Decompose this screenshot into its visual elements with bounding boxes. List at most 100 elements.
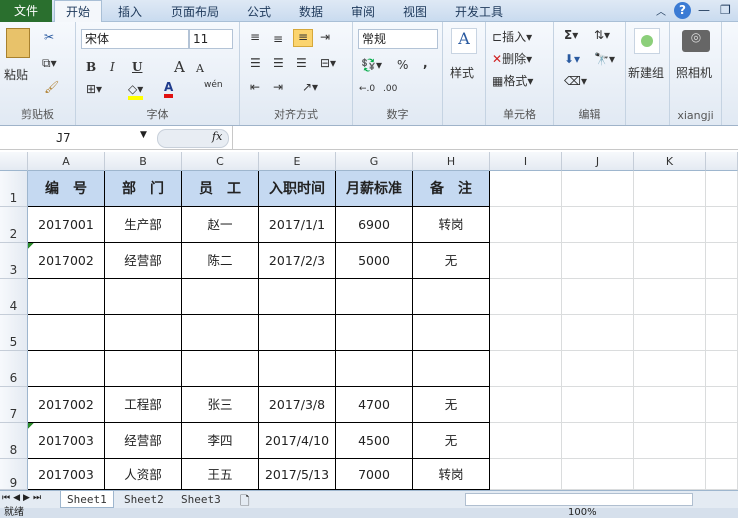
sort-filter-icon[interactable]: ⇅▾ xyxy=(594,28,610,42)
font-size-select[interactable]: 11 xyxy=(189,29,233,49)
tab-home[interactable]: 开始 xyxy=(54,0,102,23)
increase-decimal-button[interactable]: ←.0 xyxy=(359,84,375,94)
empty-cell[interactable] xyxy=(490,171,562,207)
empty-cell[interactable] xyxy=(706,171,738,207)
table-cell[interactable]: 张三 xyxy=(182,387,259,423)
table-cell[interactable]: 5000 xyxy=(336,243,413,279)
empty-cell[interactable] xyxy=(706,387,738,423)
empty-cell[interactable] xyxy=(634,207,706,243)
format-cells-button[interactable]: ▦格式▾ xyxy=(492,72,533,89)
empty-cell[interactable] xyxy=(490,315,562,351)
autosum-button[interactable]: Σ▾ xyxy=(564,28,578,42)
table-cell[interactable]: 人资部 xyxy=(105,459,182,490)
currency-icon[interactable]: 💱▾ xyxy=(361,58,382,72)
column-header[interactable]: A xyxy=(28,152,105,171)
empty-cell[interactable] xyxy=(562,243,634,279)
empty-cell[interactable] xyxy=(706,459,738,490)
select-all-corner[interactable] xyxy=(0,152,28,171)
borders-icon[interactable]: ⊞▾ xyxy=(86,82,102,96)
column-header[interactable]: G xyxy=(336,152,413,171)
sheet-tab-1[interactable]: Sheet1 xyxy=(60,491,114,508)
new-group[interactable]: 新建组 xyxy=(626,22,670,125)
empty-cell[interactable] xyxy=(634,279,706,315)
empty-cell[interactable] xyxy=(490,459,562,490)
table-header-cell[interactable]: 编 号 xyxy=(28,171,105,207)
clear-icon[interactable]: ⌫▾ xyxy=(564,74,587,88)
table-cell[interactable]: 无 xyxy=(413,243,490,279)
empty-cell[interactable] xyxy=(562,315,634,351)
table-cell[interactable]: 转岗 xyxy=(413,207,490,243)
tab-insert[interactable]: 插入 xyxy=(118,3,142,20)
help-icon[interactable]: ? xyxy=(674,2,691,19)
phonetic-button[interactable]: wén xyxy=(204,80,223,90)
table-cell[interactable] xyxy=(413,279,490,315)
table-cell[interactable]: 7000 xyxy=(336,459,413,490)
italic-button[interactable]: I xyxy=(110,60,115,74)
table-cell[interactable]: 6900 xyxy=(336,207,413,243)
table-header-cell[interactable]: 月薪标准 xyxy=(336,171,413,207)
empty-cell[interactable] xyxy=(490,279,562,315)
align-right-icon[interactable]: ☰ xyxy=(296,56,307,70)
percent-button[interactable]: % xyxy=(397,58,408,72)
table-header-cell[interactable]: 备 注 xyxy=(413,171,490,207)
paste-button[interactable]: 粘贴 xyxy=(4,66,28,83)
restore-window-icon[interactable]: ❐ xyxy=(720,3,731,17)
column-header[interactable]: I xyxy=(490,152,562,171)
empty-cell[interactable] xyxy=(562,459,634,490)
column-header[interactable]: E xyxy=(259,152,336,171)
tab-page-layout[interactable]: 页面布局 xyxy=(171,3,219,20)
empty-cell[interactable] xyxy=(562,351,634,387)
table-cell[interactable]: 生产部 xyxy=(105,207,182,243)
table-header-cell[interactable]: 入职时间 xyxy=(259,171,336,207)
sheet-tab-3[interactable]: Sheet3 xyxy=(175,491,227,508)
bottom-align-icon[interactable]: ≡ xyxy=(293,29,313,47)
empty-cell[interactable] xyxy=(706,315,738,351)
bold-button[interactable]: B xyxy=(86,60,96,74)
align-center-icon[interactable]: ☰ xyxy=(273,56,284,70)
fill-color-icon[interactable]: ◇▾ xyxy=(128,82,144,100)
styles-group[interactable]: A 样式 xyxy=(443,22,486,125)
table-cell[interactable]: 2017002 xyxy=(28,387,105,423)
insert-function-button[interactable]: fx xyxy=(212,130,222,143)
table-cell[interactable]: 赵一 xyxy=(182,207,259,243)
sheet-tab-2[interactable]: Sheet2 xyxy=(118,491,170,508)
row-header[interactable]: 6 xyxy=(0,351,28,387)
table-cell[interactable]: 2017/2/3 xyxy=(259,243,336,279)
styles-icon[interactable]: A xyxy=(451,28,477,54)
row-header[interactable]: 2 xyxy=(0,207,28,243)
paste-icon[interactable] xyxy=(6,28,30,58)
font-color-button[interactable]: A xyxy=(164,80,174,98)
align-left-icon[interactable]: ☰ xyxy=(250,56,261,70)
tab-developer[interactable]: 开发工具 xyxy=(455,3,503,20)
row-header[interactable]: 1 xyxy=(0,171,28,207)
name-box-dropdown-icon[interactable]: ▼ xyxy=(140,130,147,140)
minimize-window-icon[interactable]: — xyxy=(698,3,710,17)
row-header[interactable]: 4 xyxy=(0,279,28,315)
merge-center-icon[interactable]: ⊟▾ xyxy=(320,56,336,70)
comma-button[interactable]: , xyxy=(423,56,428,70)
formula-input[interactable] xyxy=(232,126,738,150)
row-header[interactable]: 5 xyxy=(0,315,28,351)
table-cell[interactable]: 4500 xyxy=(336,423,413,459)
find-select-icon[interactable]: 🔭▾ xyxy=(594,52,615,66)
fill-icon[interactable]: ⬇▾ xyxy=(564,52,580,66)
table-cell[interactable]: 2017003 xyxy=(28,459,105,490)
table-cell[interactable] xyxy=(259,279,336,315)
column-header[interactable]: B xyxy=(105,152,182,171)
table-cell[interactable] xyxy=(105,315,182,351)
column-header[interactable]: H xyxy=(413,152,490,171)
underline-button[interactable]: U xyxy=(132,60,142,74)
table-cell[interactable]: 2017/5/13 xyxy=(259,459,336,490)
table-cell[interactable] xyxy=(259,351,336,387)
empty-cell[interactable] xyxy=(490,387,562,423)
table-cell[interactable]: 王五 xyxy=(182,459,259,490)
table-cell[interactable]: 经营部 xyxy=(105,423,182,459)
table-cell[interactable] xyxy=(105,279,182,315)
table-cell[interactable] xyxy=(28,351,105,387)
column-header[interactable]: C xyxy=(182,152,259,171)
camera-button[interactable]: 照相机 xyxy=(676,64,712,81)
empty-cell[interactable] xyxy=(634,243,706,279)
table-header-cell[interactable]: 员 工 xyxy=(182,171,259,207)
empty-cell[interactable] xyxy=(490,423,562,459)
table-cell[interactable]: 工程部 xyxy=(105,387,182,423)
